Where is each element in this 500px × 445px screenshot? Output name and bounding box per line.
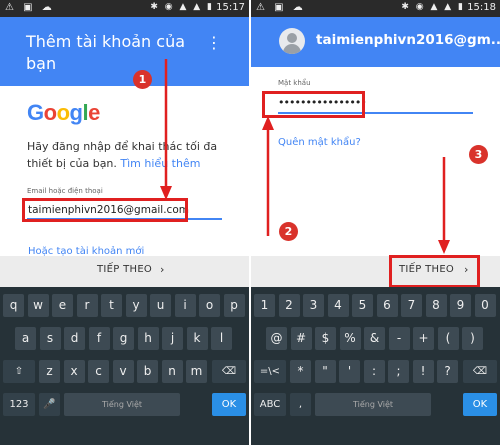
step-badge-2: 2 [279,222,298,241]
arrow-2-head [262,116,274,130]
annotation-arrow-up [262,116,274,236]
